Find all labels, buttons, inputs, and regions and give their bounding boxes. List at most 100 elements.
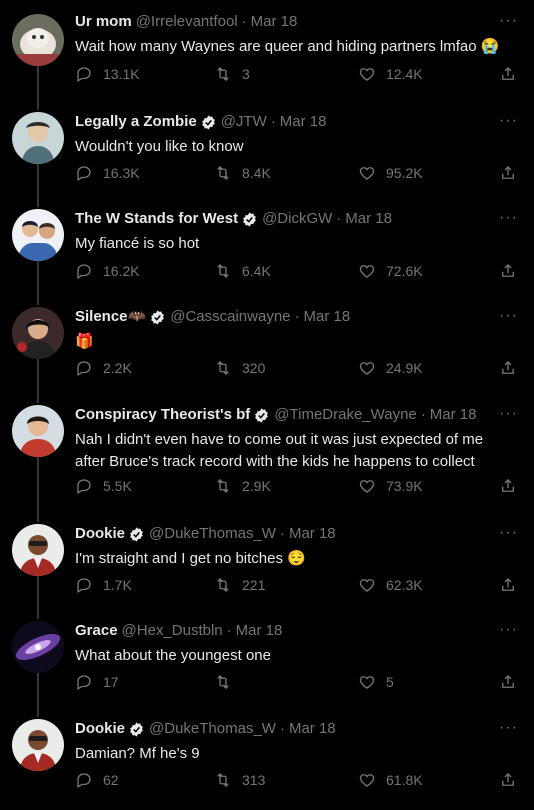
reply-button[interactable]: 5.5K <box>75 477 132 495</box>
more-options-icon[interactable]: ··· <box>499 12 518 30</box>
share-button[interactable] <box>499 164 527 182</box>
more-options-icon[interactable]: ··· <box>499 621 518 639</box>
display-name[interactable]: Dookie <box>75 524 125 544</box>
display-name[interactable]: Silence🦇 <box>75 307 146 327</box>
retweet-count: 6.4K <box>242 263 271 279</box>
share-icon <box>502 578 514 591</box>
like-button[interactable]: 24.9K <box>358 359 423 377</box>
retweet-button[interactable]: 2.9K <box>214 477 271 495</box>
more-options-icon[interactable]: ··· <box>499 112 518 130</box>
tweet[interactable]: Dookie @DukeThomas_W · Mar 18 ··· I'm st… <box>0 524 534 614</box>
separator-dot: · <box>226 622 232 639</box>
reply-button[interactable]: 1.7K <box>75 576 132 594</box>
tweet-text: Nah I didn't even have to come out it wa… <box>75 431 484 470</box>
share-icon <box>502 264 514 277</box>
avatar[interactable] <box>12 524 64 576</box>
display-name[interactable]: Ur mom <box>75 12 132 32</box>
display-name[interactable]: Grace <box>75 621 118 641</box>
avatar[interactable] <box>12 719 64 771</box>
more-options-icon[interactable]: ··· <box>499 405 518 423</box>
tweet[interactable]: Grace @Hex_Dustbln · Mar 18 ··· What abo… <box>0 621 534 711</box>
timestamp[interactable]: Mar 18 <box>236 621 283 641</box>
handle[interactable]: @TimeDrake_Wayne <box>274 405 417 425</box>
reply-button[interactable]: 16.2K <box>75 262 140 280</box>
timestamp[interactable]: Mar 18 <box>304 307 351 327</box>
tweet[interactable]: Silence🦇 @Casscainwayne · Mar 18 ··· 🎁 <box>0 307 534 397</box>
retweet-button[interactable]: 6.4K <box>214 262 271 280</box>
like-button[interactable]: 62.3K <box>358 576 423 594</box>
display-name[interactable]: The W Stands for West <box>75 209 238 229</box>
separator-dot: · <box>336 210 342 227</box>
share-icon <box>502 361 514 374</box>
more-options-icon[interactable]: ··· <box>499 307 518 325</box>
verified-badge-icon <box>130 721 143 737</box>
tweet[interactable]: The W Stands for West @DickGW · Mar 18 ·… <box>0 209 534 299</box>
handle[interactable]: @Irrelevantfool <box>136 12 238 32</box>
more-options-icon[interactable]: ··· <box>499 719 518 737</box>
tweet[interactable]: Dookie @DukeThomas_W · Mar 18 ··· Damian… <box>0 719 534 809</box>
share-button[interactable] <box>499 262 527 280</box>
retweet-icon <box>217 675 229 689</box>
timestamp[interactable]: Mar 18 <box>289 524 336 544</box>
timestamp[interactable]: Mar 18 <box>280 112 327 132</box>
more-options-icon[interactable]: ··· <box>499 209 518 227</box>
handle[interactable]: @DukeThomas_W <box>149 524 276 544</box>
handle[interactable]: @JTW <box>221 112 267 132</box>
avatar[interactable] <box>12 621 64 673</box>
timestamp[interactable]: Mar 18 <box>251 12 298 32</box>
timestamp[interactable]: Mar 18 <box>430 405 477 425</box>
like-count: 61.8K <box>386 772 423 788</box>
share-button[interactable] <box>499 359 527 377</box>
share-button[interactable] <box>499 771 527 789</box>
like-button[interactable]: 12.4K <box>358 65 423 83</box>
like-count: 72.6K <box>386 263 423 279</box>
separator-dot: · <box>420 406 426 423</box>
reply-button[interactable]: 2.2K <box>75 359 132 377</box>
timestamp[interactable]: Mar 18 <box>345 209 392 229</box>
share-button[interactable] <box>499 576 527 594</box>
heart-icon <box>359 362 375 375</box>
share-icon <box>502 67 514 80</box>
retweet-button[interactable]: 8.4K <box>214 164 271 182</box>
handle[interactable]: @Hex_Dustbln <box>122 621 223 641</box>
more-options-icon[interactable]: ··· <box>499 524 518 542</box>
timestamp[interactable]: Mar 18 <box>289 719 336 739</box>
reply-icon <box>77 578 91 593</box>
retweet-button[interactable]: 313 <box>214 771 265 789</box>
reply-button[interactable]: 17 <box>75 673 119 691</box>
handle[interactable]: @DickGW <box>262 209 332 229</box>
like-button[interactable]: 5 <box>358 673 394 691</box>
retweet-button[interactable]: 320 <box>214 359 265 377</box>
separator-dot: · <box>270 113 276 130</box>
separator-dot: · <box>241 13 247 30</box>
tweet-text: My fiancé is so hot <box>75 235 200 252</box>
reply-button[interactable]: 62 <box>75 771 119 789</box>
like-button[interactable]: 61.8K <box>358 771 423 789</box>
handle[interactable]: @DukeThomas_W <box>149 719 276 739</box>
handle[interactable]: @Casscainwayne <box>170 307 290 327</box>
reply-button[interactable]: 16.3K <box>75 164 140 182</box>
share-button[interactable] <box>499 65 527 83</box>
avatar[interactable] <box>12 14 64 66</box>
tweet[interactable]: Legally a Zombie @JTW · Mar 18 ··· Would… <box>0 112 534 202</box>
display-name[interactable]: Legally a Zombie <box>75 112 197 132</box>
thread-connector <box>37 457 39 522</box>
like-button[interactable]: 73.9K <box>358 477 423 495</box>
retweet-count: 8.4K <box>242 165 271 181</box>
retweet-button[interactable]: 221 <box>214 576 265 594</box>
display-name[interactable]: Conspiracy Theorist's bf <box>75 405 250 425</box>
share-button[interactable] <box>499 477 527 495</box>
avatar[interactable] <box>12 405 64 457</box>
share-button[interactable] <box>499 673 527 691</box>
like-button[interactable]: 72.6K <box>358 262 423 280</box>
avatar[interactable] <box>12 209 64 261</box>
retweet-button[interactable]: 3 <box>214 65 250 83</box>
retweet-button[interactable] <box>214 673 242 691</box>
like-button[interactable]: 95.2K <box>358 164 423 182</box>
tweet-text: I'm straight and I get no bitches 😌 <box>75 550 306 567</box>
avatar[interactable] <box>12 307 64 359</box>
avatar[interactable] <box>12 112 64 164</box>
reply-button[interactable]: 13.1K <box>75 65 140 83</box>
tweet[interactable]: Ur mom @Irrelevantfool · Mar 18 ··· Wait… <box>0 12 534 102</box>
display-name[interactable]: Dookie <box>75 719 125 739</box>
